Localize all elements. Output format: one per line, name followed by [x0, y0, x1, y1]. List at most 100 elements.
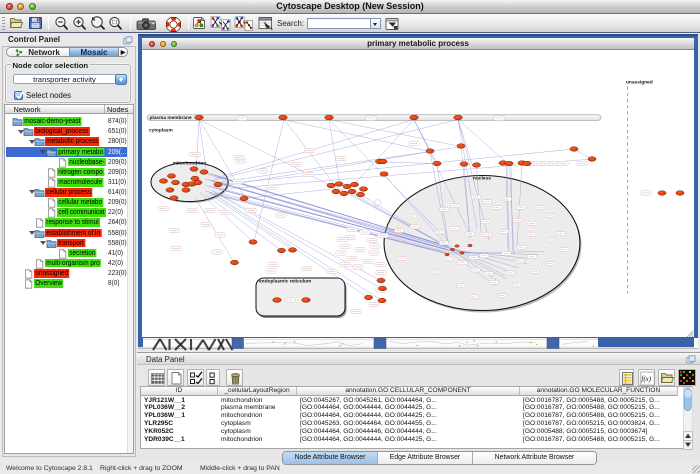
tree-row[interactable]: cell communicat22(0)	[6, 207, 132, 217]
tab-node-attribute-browser[interactable]: Node Attribute Browser	[283, 452, 378, 464]
graph-node[interactable]	[249, 239, 257, 244]
table-cell[interactable]: YKR052C	[141, 428, 218, 436]
graph-node[interactable]	[194, 180, 202, 185]
table-cell[interactable]: [GO:0045267, GO:0045261, GO:0044464, G..…	[297, 397, 520, 405]
tree-row[interactable]: nitrogen compo209(0)	[6, 167, 132, 177]
graph-node[interactable]	[325, 115, 334, 120]
graph-node[interactable]	[457, 143, 465, 148]
graph-node[interactable]	[332, 189, 340, 194]
graph-node[interactable]	[279, 115, 288, 120]
graph-node[interactable]	[676, 190, 684, 195]
graph-node[interactable]	[190, 166, 198, 171]
tree-row[interactable]: unassigned223(0)	[6, 268, 132, 278]
select-attributes-button[interactable]	[187, 369, 204, 386]
graph-node[interactable]	[288, 247, 296, 252]
float-panel-icon[interactable]	[123, 36, 133, 45]
graph-node[interactable]	[214, 182, 222, 187]
table-cell[interactable]: YPL036W__1	[141, 412, 218, 420]
table-column-header[interactable]: annotation.GO MOLECULAR_FUNCTION	[520, 387, 678, 396]
graph-node[interactable]	[588, 156, 596, 161]
search-dropdown-button[interactable]	[371, 18, 381, 30]
window-resize-grip[interactable]	[692, 465, 700, 473]
graph-node[interactable]	[166, 187, 174, 192]
zoom-selected-icon[interactable]	[108, 16, 123, 31]
table-cell[interactable]: YPL036W__2	[141, 404, 218, 412]
graph-node[interactable]	[450, 248, 454, 250]
graph-node[interactable]	[658, 190, 666, 195]
import-attributes-button[interactable]	[658, 369, 675, 386]
tree-row[interactable]: mosaic-demo-yeast874(0)	[6, 116, 132, 126]
graph-node[interactable]	[410, 115, 419, 120]
formula-builder-button[interactable]: f(x)	[638, 369, 655, 386]
table-cell[interactable]: YLR295C	[141, 420, 218, 428]
tree-row[interactable]: establishment of lo558(0)	[6, 228, 132, 238]
float-panel-icon[interactable]	[686, 355, 696, 364]
attribute-table-button[interactable]	[148, 369, 165, 386]
graph-node[interactable]	[505, 161, 513, 166]
graph-node[interactable]	[302, 297, 311, 302]
zoom-out-icon[interactable]	[54, 16, 69, 31]
table-cell[interactable]: [GO:0044464, GO:0044444, GO:0044425, G..…	[297, 404, 520, 412]
graph-node[interactable]	[350, 182, 358, 187]
unselect-attributes-button[interactable]	[206, 369, 220, 386]
vizmapper-icon[interactable]	[192, 16, 206, 30]
table-cell[interactable]: cytoplasm	[218, 420, 297, 428]
advanced-search-icon[interactable]	[385, 17, 400, 32]
graph-node[interactable]	[273, 297, 282, 302]
table-cell[interactable]: mitochondrion	[218, 397, 297, 405]
graph-node[interactable]	[356, 192, 364, 197]
search-input[interactable]	[307, 18, 371, 30]
graph-node[interactable]	[377, 278, 385, 283]
table-cell[interactable]: [GO:0016787, GO:0005488, GO:0005215, G..…	[520, 436, 678, 444]
attribute-matrix-button[interactable]	[619, 369, 634, 386]
graph-node[interactable]	[170, 195, 178, 200]
graph-node[interactable]	[340, 191, 348, 196]
zoom-in-icon[interactable]	[72, 16, 87, 31]
table-cell[interactable]: [GO:0044464, GO:0044446, GO:0044444, G..…	[297, 428, 520, 436]
tree-scrollbar[interactable]	[127, 114, 133, 453]
table-cell[interactable]: [GO:0016787, GO:0005488, GO:0005215, G..…	[520, 397, 678, 405]
table-cell[interactable]: [GO:0016787, GO:0005215, GO:0003824, G..…	[520, 420, 678, 428]
tree-row[interactable]: Overview8(0)	[6, 278, 132, 288]
table-cell[interactable]: YJR121W__1	[141, 397, 218, 405]
table-cell[interactable]: mitochondrion	[218, 412, 297, 420]
tree-row[interactable]: metabolic process280(0)	[6, 137, 132, 147]
graph-node[interactable]	[195, 115, 204, 120]
tree-row[interactable]: nucleobase-209(0)	[6, 157, 132, 167]
table-cell[interactable]: [GO:0016787, GO:0005488, GO:0005215, G..…	[520, 404, 678, 412]
network-canvas[interactable]: plasma membranecytoplasmmitochondrionnuc…	[142, 50, 694, 338]
tab-overflow-button[interactable]: ▶	[119, 48, 127, 57]
graph-node[interactable]	[378, 298, 386, 303]
export-network-icon[interactable]	[234, 16, 253, 31]
table-cell[interactable]: [GO:0044464, GO:0044444, GO:0044425, G..…	[297, 412, 520, 420]
save-icon[interactable]	[28, 16, 43, 30]
graph-node[interactable]	[240, 196, 248, 201]
table-column-header[interactable]: _cellularLayoutRegion	[218, 387, 297, 396]
tree-row[interactable]: macromolecule311(0)	[6, 177, 132, 187]
graph-node[interactable]	[523, 161, 531, 166]
delete-attribute-button[interactable]	[226, 369, 243, 386]
graph-node[interactable]	[460, 161, 468, 166]
table-cell[interactable]: cytoplasm	[218, 428, 297, 436]
graph-node[interactable]	[426, 148, 434, 153]
table-cell[interactable]: YDR039C__1	[141, 436, 218, 444]
graph-node[interactable]	[455, 244, 459, 246]
tab-network-attribute-browser[interactable]: Network Attribute Browser	[473, 452, 596, 464]
graph-node[interactable]	[277, 248, 285, 253]
tree-row[interactable]: response to stimul264(0)	[6, 218, 132, 228]
graph-node[interactable]	[472, 162, 480, 167]
table-cell[interactable]: [GO:0044464, GO:0044444, GO:0044425, G..…	[297, 436, 520, 444]
help-lifesaver-icon[interactable]	[166, 17, 181, 32]
table-cell[interactable]: [GO:0045263, GO:0044464, GO:0044455, G..…	[297, 420, 520, 428]
tree-row[interactable]: multi-organism pro42(0)	[6, 258, 132, 268]
network-window-titlebar[interactable]: primary metabolic process	[142, 38, 694, 50]
tab-edge-attribute-browser[interactable]: Edge Attribute Browser	[378, 452, 473, 464]
tab-network[interactable]: Network	[7, 48, 69, 57]
graph-node[interactable]	[348, 189, 356, 194]
new-attribute-button[interactable]	[167, 369, 184, 386]
graph-node[interactable]	[200, 169, 208, 174]
graph-node[interactable]	[460, 251, 464, 253]
graph-node[interactable]	[359, 186, 367, 191]
snapshot-camera-icon[interactable]	[136, 17, 157, 31]
table-column-header[interactable]: ID	[141, 387, 218, 396]
